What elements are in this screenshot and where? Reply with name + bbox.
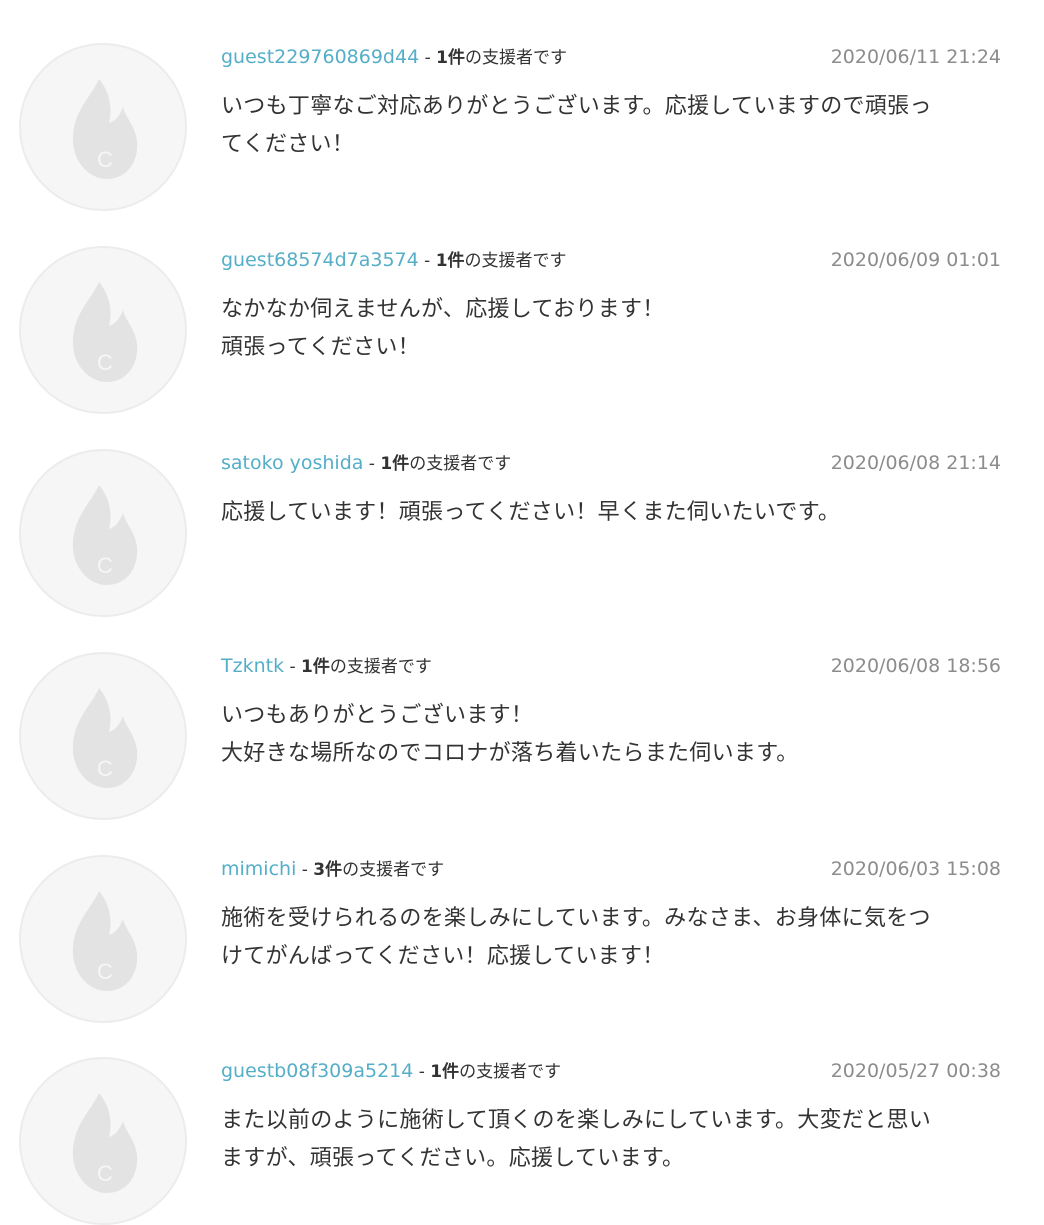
supporter-info: 3件の支援者です — [313, 860, 444, 880]
support-suffix: の支援者です — [409, 454, 512, 474]
supporter-info: 1件の支援者です — [436, 251, 567, 271]
comment-body: いつもありがとうございます！ 大好きな場所なのでコロナが落ち着いたらまた伺います… — [221, 703, 799, 766]
svg-text:C: C — [97, 1161, 113, 1186]
support-suffix: の支援者です — [464, 48, 567, 68]
support-count: 1件 — [301, 657, 330, 677]
comment-body: なかなか伺えませんが、応援しております！ 頑張ってください！ — [221, 297, 665, 360]
username-link[interactable]: Tzkntk — [221, 655, 284, 677]
support-count: 1件 — [380, 454, 410, 474]
comment-header: Tzkntk - 1件の支援者です 2020/06/08 18:56 — [221, 652, 1001, 680]
svg-text:C: C — [97, 553, 113, 578]
comment-body: 応援しています！頑張ってください！早くまた伺いたいです。 — [221, 500, 841, 525]
username-link[interactable]: guest68574d7a3574 — [221, 249, 419, 271]
comment-header: guest68574d7a3574 - 1件の支援者です 2020/06/09 … — [221, 246, 1001, 274]
separator: - — [419, 48, 437, 68]
comment-header: satoko yoshida - 1件の支援者です 2020/06/08 21:… — [221, 449, 1001, 477]
comment-item: C guestb08f309a5214 - 1件の支援者です 2020/05/2… — [0, 1014, 1044, 1225]
timestamp: 2020/06/08 18:56 — [830, 655, 1001, 677]
flame-c-icon: C — [72, 688, 138, 788]
comment-body: また以前のように施術して頂くのを楽しみにしています。大変だと思い ますが、頑張っ… — [221, 1108, 932, 1171]
comment-item: C mimichi - 3件の支援者です 2020/06/03 15:08 施術… — [0, 812, 1044, 1023]
comment-header: guest229760869d44 - 1件の支援者です 2020/06/11 … — [221, 43, 1001, 71]
separator: - — [284, 657, 302, 677]
svg-text:C: C — [97, 959, 113, 984]
separator: - — [363, 454, 381, 474]
avatar[interactable]: C — [19, 449, 187, 617]
supporter-info: 1件の支援者です — [430, 1062, 561, 1082]
support-count: 1件 — [435, 251, 465, 271]
separator: - — [413, 1062, 431, 1082]
support-count: 1件 — [436, 48, 465, 68]
svg-text:C: C — [97, 147, 113, 172]
username-link[interactable]: guest229760869d44 — [221, 46, 419, 68]
supporter-info: 1件の支援者です — [380, 454, 511, 474]
timestamp: 2020/06/08 21:14 — [830, 452, 1001, 474]
support-suffix: の支援者です — [329, 657, 432, 677]
comment-item: C satoko yoshida - 1件の支援者です 2020/06/08 2… — [0, 406, 1044, 617]
separator: - — [296, 860, 314, 880]
flame-c-icon: C — [72, 485, 138, 585]
timestamp: 2020/06/09 01:01 — [830, 249, 1001, 271]
comment-body: いつも丁寧なご対応ありがとうございます。応援していますので頑張っ てください！ — [221, 94, 932, 157]
svg-text:C: C — [97, 350, 113, 375]
username-link[interactable]: satoko yoshida — [221, 452, 363, 474]
avatar[interactable]: C — [19, 652, 187, 820]
comment-item: C Tzkntk - 1件の支援者です 2020/06/08 18:56 いつも… — [0, 609, 1044, 820]
supporter-info: 1件の支援者です — [436, 48, 567, 68]
flame-c-icon: C — [72, 79, 138, 179]
support-count: 1件 — [430, 1062, 460, 1082]
svg-text:C: C — [97, 756, 113, 781]
comment-item: C guest68574d7a3574 - 1件の支援者です 2020/06/0… — [0, 203, 1044, 414]
flame-c-icon: C — [72, 1093, 138, 1193]
avatar[interactable]: C — [19, 43, 187, 211]
comment-item: C guest229760869d44 - 1件の支援者です 2020/06/1… — [0, 0, 1044, 211]
support-suffix: の支援者です — [342, 860, 445, 880]
support-suffix: の支援者です — [459, 1062, 562, 1082]
comment-header: guestb08f309a5214 - 1件の支援者です 2020/05/27 … — [221, 1057, 1001, 1085]
supporter-info: 1件の支援者です — [301, 657, 432, 677]
comment-body: 施術を受けられるのを楽しみにしています。みなさま、お身体に気をつ けてがんばって… — [221, 906, 931, 969]
support-suffix: の支援者です — [464, 251, 567, 271]
timestamp: 2020/06/03 15:08 — [830, 858, 1001, 880]
separator: - — [418, 251, 436, 271]
support-count: 3件 — [313, 860, 343, 880]
avatar[interactable]: C — [19, 1057, 187, 1225]
timestamp: 2020/05/27 00:38 — [830, 1060, 1001, 1082]
username-link[interactable]: guestb08f309a5214 — [221, 1060, 413, 1082]
username-link[interactable]: mimichi — [221, 858, 296, 880]
timestamp: 2020/06/11 21:24 — [830, 46, 1001, 68]
flame-c-icon: C — [72, 282, 138, 382]
avatar[interactable]: C — [19, 855, 187, 1023]
flame-c-icon: C — [72, 891, 138, 991]
avatar[interactable]: C — [19, 246, 187, 414]
comment-header: mimichi - 3件の支援者です 2020/06/03 15:08 — [221, 855, 1001, 883]
